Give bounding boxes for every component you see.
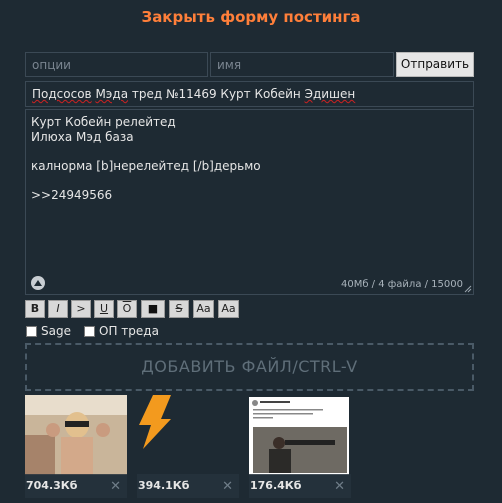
file-thumb-2[interactable]: 394.1Кб ✕ [137,395,239,498]
thumb-photo-1 [25,395,127,475]
options-input[interactable]: опции [25,52,208,77]
logo-icon [31,276,45,290]
limits-counter: 40Мб / 4 файла / 15000 [340,279,463,290]
quote-button[interactable]: > [71,300,91,318]
remove-file-icon-3[interactable]: ✕ [334,479,345,494]
strike-button[interactable]: S [169,300,189,318]
bold-button[interactable]: B [25,300,45,318]
overline-button[interactable]: O [117,300,137,318]
message-textarea[interactable]: Курт Кобейн релейтед Илюха Мэд база калн… [25,109,474,295]
subject-middle: тред №11469 Курт Кобейн [128,87,305,101]
file-dropzone[interactable]: ДОБАВИТЬ ФАЙЛ/CTRL-V [25,343,474,391]
close-form-link[interactable]: Закрыть форму постинга [0,8,502,26]
file-size-3: 176.4Кб [250,479,302,492]
italic-button[interactable]: I [48,300,68,318]
options-placeholder: опции [32,58,71,72]
name-input[interactable]: имя [210,52,394,77]
op-checkbox-box[interactable] [84,325,95,337]
file-thumb-3[interactable]: 176.4Кб ✕ [249,395,351,498]
subject-word-1: Подсосов [32,87,92,101]
sage-checkbox[interactable]: Sage [26,324,71,338]
subject-word-3: Эдишен [304,87,356,101]
sage-checkbox-box[interactable] [26,325,37,337]
op-label: ОП треда [99,324,159,338]
subject-input[interactable]: Подсосов Мэда тред №11469 Курт Кобейн Эд… [25,81,474,107]
remove-file-icon-1[interactable]: ✕ [110,479,121,494]
message-text: Курт Кобейн релейтед Илюха Мэд база калн… [31,115,261,202]
sage-label: Sage [41,324,71,338]
file-thumb-1[interactable]: 704.3Кб ✕ [25,395,127,498]
file-size-2: 394.1Кб [138,479,190,492]
file-size-1: 704.3Кб [26,479,78,492]
subject-word-2: Мэда [95,87,129,101]
name-placeholder: имя [217,58,242,72]
op-checkbox[interactable]: ОП треда [84,324,159,338]
remove-file-icon-2[interactable]: ✕ [222,479,233,494]
subscript-button[interactable]: Aa [218,300,239,318]
submit-button[interactable]: Отправить [396,52,474,77]
resize-handle-icon[interactable] [464,285,472,293]
thumb-screenshot-3 [249,395,351,475]
underline-button[interactable]: U [94,300,114,318]
spoiler-button[interactable]: ■ [141,300,165,318]
thumb-lightning-2 [137,395,239,475]
superscript-button[interactable]: Aa [193,300,214,318]
